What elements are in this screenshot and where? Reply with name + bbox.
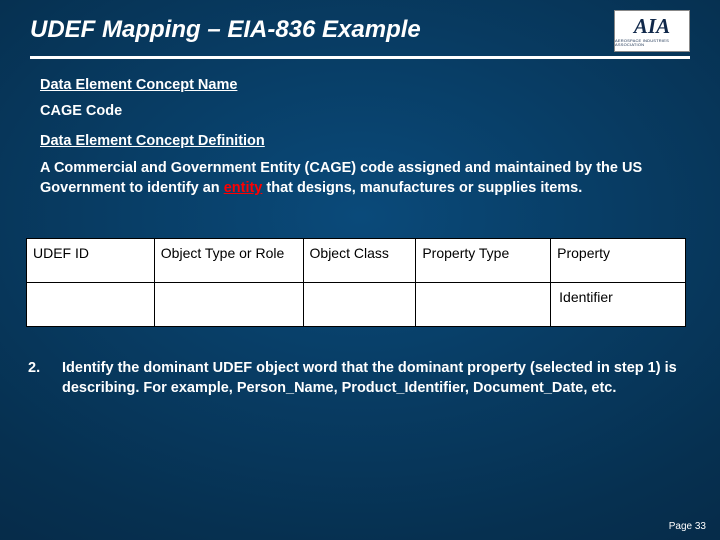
th-property: Property: [551, 239, 686, 283]
step-text: Identify the dominant UDEF object word t…: [62, 359, 680, 398]
label-concept-def: Data Element Concept Definition: [40, 133, 680, 149]
page-title: UDEF Mapping – EIA-836 Example: [30, 10, 421, 44]
def-highlight: entity: [224, 180, 263, 196]
udef-table: UDEF ID Object Type or Role Object Class…: [26, 238, 686, 327]
logo-text: AIA: [634, 16, 670, 37]
step-number: 2.: [28, 359, 62, 398]
value-cage-code: CAGE Code: [40, 103, 680, 119]
td-property: Identifier: [551, 283, 686, 327]
th-udef-id: UDEF ID: [27, 239, 155, 283]
definition-text: A Commercial and Government Entity (CAGE…: [40, 159, 680, 198]
label-concept-name: Data Element Concept Name: [40, 77, 680, 93]
td-object-type: [154, 283, 303, 327]
step-block: 2. Identify the dominant UDEF object wor…: [0, 327, 720, 398]
table-header-row: UDEF ID Object Type or Role Object Class…: [27, 239, 686, 283]
td-object-class: [303, 283, 416, 327]
th-object-class: Object Class: [303, 239, 416, 283]
td-property-type: [416, 283, 551, 327]
title-bar: UDEF Mapping – EIA-836 Example AIA AEROS…: [0, 0, 720, 52]
logo: AIA AEROSPACE INDUSTRIES ASSOCIATION: [614, 10, 690, 52]
def-post: that designs, manufactures or supplies i…: [262, 180, 582, 196]
th-property-type: Property Type: [416, 239, 551, 283]
content-block: Data Element Concept Name CAGE Code Data…: [0, 59, 720, 198]
page-number: Page 33: [669, 521, 706, 532]
td-udef-id: [27, 283, 155, 327]
table-row: Identifier: [27, 283, 686, 327]
logo-subtext: AEROSPACE INDUSTRIES ASSOCIATION: [615, 39, 689, 47]
th-object-type: Object Type or Role: [154, 239, 303, 283]
